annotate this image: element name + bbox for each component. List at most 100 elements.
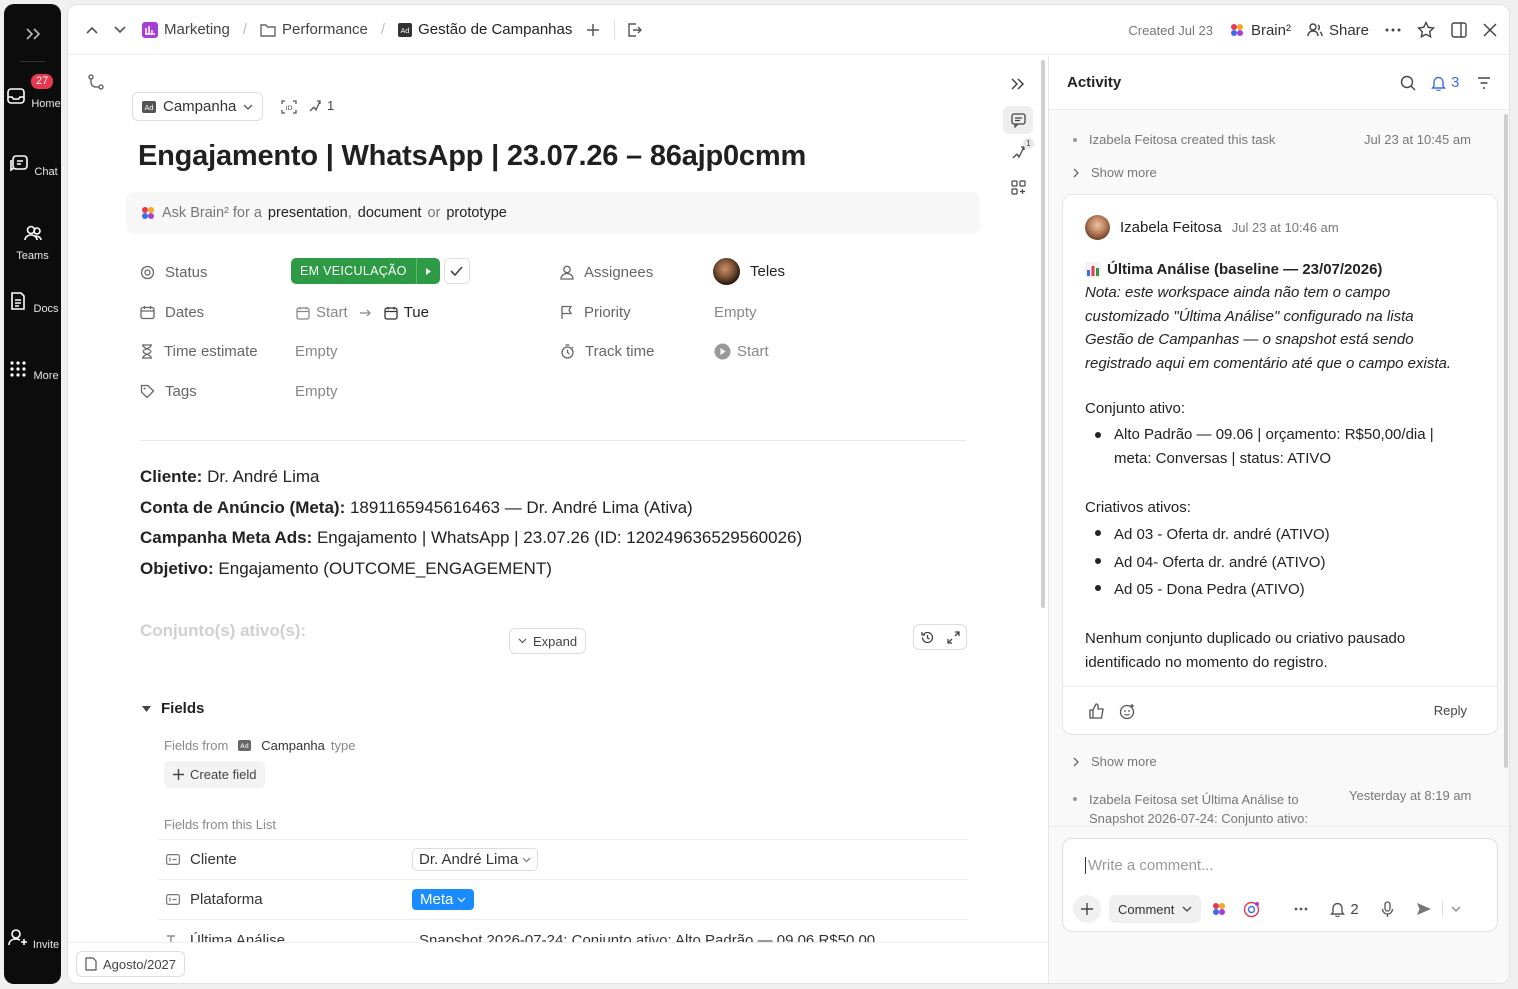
due-date[interactable]: Tue: [404, 304, 429, 321]
collapse-right-icon[interactable]: [1011, 78, 1025, 90]
rail-chat[interactable]: Chat: [4, 152, 61, 181]
create-field-label: Create field: [190, 767, 257, 782]
more-icon[interactable]: [1294, 907, 1308, 911]
task-title[interactable]: Engajamento | WhatsApp | 23.07.26 – 86aj…: [138, 140, 806, 173]
dependency-icon[interactable]: [88, 74, 104, 90]
breadcrumb-marketing[interactable]: Marketing: [164, 21, 230, 38]
track-time-property: Track time: [560, 343, 654, 360]
ultima-analise-value[interactable]: Snapshot 2026-07-24: Conjunto ativo: Alt…: [412, 932, 875, 942]
tags-value[interactable]: Empty: [295, 383, 338, 400]
dropdown-field-icon: [166, 894, 180, 905]
brain-option-document[interactable]: document: [358, 205, 422, 221]
desc-value: 1891165945616463 — Dr. André Lima (Ativa…: [345, 498, 693, 517]
doc-tag[interactable]: Agosto/2027: [76, 951, 186, 977]
priority-value[interactable]: Empty: [714, 304, 757, 321]
task-id-icon[interactable]: ID: [281, 100, 297, 114]
breadcrumb-gestao[interactable]: Gestão de Campanhas: [418, 21, 572, 38]
share-button[interactable]: Share: [1307, 22, 1369, 39]
notifications-button[interactable]: 3: [1431, 74, 1459, 91]
assignee-value[interactable]: Teles: [713, 258, 785, 285]
breadcrumb-performance[interactable]: Performance: [282, 21, 368, 38]
microphone-icon[interactable]: [1381, 900, 1394, 918]
move-task-icon[interactable]: [627, 22, 643, 38]
apps-icon[interactable]: [1011, 180, 1026, 195]
reply-button[interactable]: Reply: [1434, 703, 1467, 718]
activity-tab-button[interactable]: [1003, 106, 1033, 134]
rail-teams-label: Teams: [16, 250, 49, 262]
document-icon: [85, 957, 97, 971]
ask-brain-bar[interactable]: Ask Brain² for a presentation, document …: [126, 192, 980, 234]
show-more-bottom[interactable]: Show more: [1073, 754, 1157, 769]
invite-user-icon: [6, 925, 30, 949]
cliente-dropdown[interactable]: Dr. André Lima: [412, 848, 539, 871]
subtasks-indicator[interactable]: 1: [308, 98, 334, 113]
send-options-icon[interactable]: [1451, 906, 1461, 912]
note-line: customizado "Última Análise" configurado…: [1085, 307, 1414, 325]
desc-key: Cliente:: [140, 467, 203, 486]
status-property: Status: [140, 264, 208, 281]
activity-event-set-field: Izabela Feitosa set Última Análise to Sna…: [1073, 790, 1308, 828]
scrollbar[interactable]: [1041, 60, 1045, 608]
comment-type-dropdown[interactable]: Comment: [1109, 895, 1202, 923]
breadcrumb-separator: /: [242, 21, 248, 38]
history-icon[interactable]: [920, 630, 935, 645]
note-line: Gestão de Campanhas — o snapshot está se…: [1085, 331, 1414, 348]
chevron-up-icon[interactable]: [84, 26, 100, 34]
chevron-down-icon: [1182, 906, 1192, 912]
chat-icon: [7, 152, 31, 176]
complete-status-button[interactable]: [443, 258, 470, 284]
add-attachment-button[interactable]: [1073, 895, 1101, 923]
activity-scrollbar[interactable]: [1504, 114, 1508, 768]
add-reaction-icon[interactable]: [1119, 703, 1136, 720]
dates-label: Dates: [165, 304, 205, 321]
plataforma-dropdown[interactable]: Meta: [412, 889, 475, 910]
show-more-top[interactable]: Show more: [1073, 165, 1157, 180]
create-field-button[interactable]: Create field: [164, 761, 266, 788]
start-date[interactable]: Start: [316, 304, 348, 321]
brain-prompt-or: or: [427, 205, 441, 221]
expand-button[interactable]: Expand: [509, 628, 587, 654]
notify-count-button[interactable]: 2: [1330, 901, 1359, 918]
more-icon[interactable]: [1385, 28, 1401, 32]
comment-author[interactable]: Izabela Feitosa: [1120, 219, 1222, 236]
field-row-plataforma: Plataforma Meta: [158, 879, 968, 919]
status-pill[interactable]: EM VEICULAÇÃO: [291, 258, 440, 284]
share-users-icon: [1307, 22, 1323, 38]
avatar: [713, 258, 740, 285]
task-type-dropdown[interactable]: Ad Campanha: [132, 92, 264, 121]
rail-invite[interactable]: Invite: [4, 925, 61, 954]
fields-toggle[interactable]: Fields: [142, 700, 204, 717]
rail-teams[interactable]: Teams: [4, 221, 61, 262]
star-icon[interactable]: [1417, 21, 1435, 39]
brain-option-prototype[interactable]: prototype: [446, 205, 506, 221]
comment-heading: Última Análise (baseline — 23/07/2026): [1085, 258, 1382, 282]
track-time-value[interactable]: Start: [714, 343, 769, 360]
brain-icon[interactable]: [1211, 901, 1227, 917]
ai-mention-icon[interactable]: [1243, 901, 1260, 918]
time-estimate-value[interactable]: Empty: [295, 343, 338, 360]
next-status-button[interactable]: [415, 258, 440, 284]
dates-value[interactable]: Start Tue: [296, 304, 429, 321]
chevron-down-icon: [522, 857, 531, 863]
comment-input[interactable]: Write a comment...: [1085, 857, 1214, 874]
filter-icon[interactable]: [1477, 77, 1491, 89]
rail-more[interactable]: More: [4, 357, 61, 386]
flag-icon: [560, 305, 574, 320]
event-text: Izabela Feitosa created this task: [1089, 132, 1276, 147]
chevron-down-icon[interactable]: [112, 25, 128, 34]
fullscreen-icon[interactable]: [947, 630, 960, 644]
expand-rail-icon[interactable]: [22, 24, 44, 44]
brain-option-presentation[interactable]: presentation: [268, 205, 348, 221]
thumbs-up-icon[interactable]: [1089, 703, 1105, 719]
search-icon[interactable]: [1400, 75, 1416, 91]
rail-docs[interactable]: Docs: [4, 289, 61, 318]
rail-chat-label: Chat: [34, 166, 58, 178]
add-icon[interactable]: [586, 23, 600, 37]
brain-button[interactable]: Brain²: [1229, 22, 1291, 39]
time-estimate-property: Time estimate: [140, 343, 258, 360]
sidebar-toggle-icon[interactable]: [1451, 22, 1467, 38]
brain-icon: [140, 205, 156, 221]
close-icon[interactable]: [1483, 23, 1497, 37]
status-text: EM VEICULAÇÃO: [300, 264, 407, 278]
send-icon[interactable]: [1416, 902, 1432, 916]
